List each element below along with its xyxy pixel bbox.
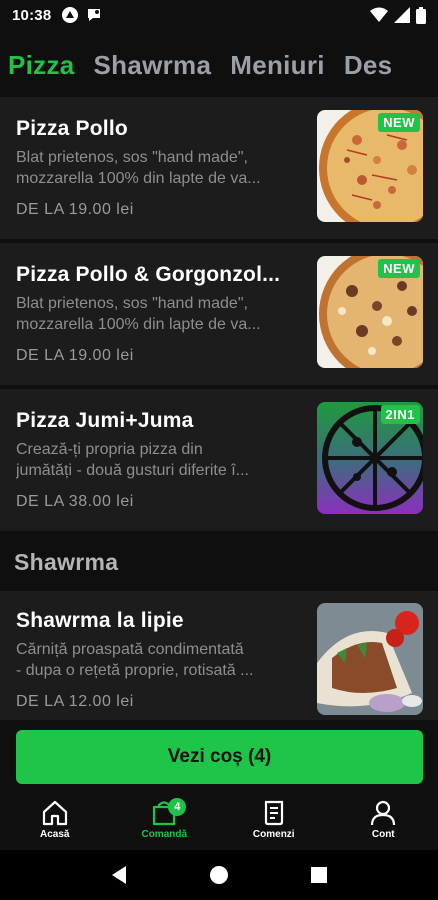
nav-item-orders[interactable]: Comenzi xyxy=(219,790,329,850)
chat-notification-icon xyxy=(88,9,101,21)
tab-pizza[interactable]: Pizza xyxy=(8,50,75,81)
status-bar: 10:38 xyxy=(0,0,438,30)
nav-label: Comandă xyxy=(141,829,188,840)
nav-label: Acasă xyxy=(40,829,70,840)
section-heading-shawrma: Shawrma xyxy=(14,549,119,575)
view-cart-button[interactable]: Vezi coș (4) xyxy=(16,730,423,784)
product-title: Pizza Jumi+Juma xyxy=(16,409,194,432)
new-badge: NEW xyxy=(378,259,420,278)
nav-label: Cont xyxy=(371,829,395,840)
product-card-pizza-jumi-juma[interactable]: Pizza Jumi+Juma Crează-ți propria pizza … xyxy=(0,389,438,531)
new-badge: NEW xyxy=(378,113,420,132)
cart-bar: Vezi coș (4) xyxy=(0,720,438,798)
home-button-icon[interactable] xyxy=(209,865,229,885)
cart-count-badge: 4 xyxy=(168,798,187,816)
product-price: DE LA 38.00 lei xyxy=(16,493,134,510)
system-status-icons xyxy=(370,6,426,24)
product-title: Pizza Pollo & Gorgonzol... xyxy=(16,263,281,286)
pizza-pollo-gorgonzola-image: NEW xyxy=(317,256,423,368)
pizza-half-half-image: 2IN1 xyxy=(317,402,423,514)
description-line: Blat prietenos, sos "hand made", xyxy=(16,149,248,166)
product-price: DE LA 12.00 lei xyxy=(16,693,134,710)
nav-item-account[interactable]: Cont xyxy=(329,790,438,850)
bottom-navigation: Acasă 4 Comandă Comenzi Cont xyxy=(0,790,438,850)
nav-label: Comenzi xyxy=(252,829,295,840)
wifi-icon xyxy=(370,7,388,22)
notification-icons xyxy=(61,6,103,24)
tab-shawrma[interactable]: Shawrma xyxy=(94,50,212,81)
description-line: mozzarella 100% din lapte de va... xyxy=(16,316,261,333)
tab-desert[interactable]: Des xyxy=(344,50,393,81)
description-line: Crează-ți propria pizza din xyxy=(16,441,203,458)
product-price: DE LA 19.00 lei xyxy=(16,347,134,364)
battery-icon xyxy=(416,6,426,24)
description-line: Blat prietenos, sos "hand made", xyxy=(16,295,248,312)
2in1-badge: 2IN1 xyxy=(380,405,420,424)
description-line: Cărniță proaspată condimentată xyxy=(16,641,244,658)
product-price: DE LA 19.00 lei xyxy=(16,201,134,218)
product-description: Blat prietenos, sos "hand made", mozzare… xyxy=(16,147,306,189)
product-description: Blat prietenos, sos "hand made", mozzare… xyxy=(16,293,306,335)
description-line: jumătăți - două gusturi diferite î... xyxy=(16,462,249,479)
product-card-pizza-pollo[interactable]: Pizza Pollo Blat prietenos, sos "hand ma… xyxy=(0,97,438,239)
product-title: Shawrma la lipie xyxy=(16,609,184,632)
product-description: Cărniță proaspată condimentată - dupa o … xyxy=(16,639,306,681)
nav-item-order[interactable]: 4 Comandă xyxy=(110,790,220,850)
app-notification-icon xyxy=(62,7,79,23)
description-line: - dupa o rețetă proprie, rotisată ... xyxy=(16,662,254,679)
back-icon[interactable] xyxy=(110,865,128,885)
product-title: Pizza Pollo xyxy=(16,117,128,140)
shawrma-image xyxy=(317,603,423,715)
user-icon xyxy=(371,800,396,826)
home-icon xyxy=(42,800,67,826)
receipt-icon xyxy=(264,800,283,826)
nav-item-home[interactable]: Acasă xyxy=(0,790,110,850)
product-card-pizza-pollo-gorgonzola[interactable]: Pizza Pollo & Gorgonzol... Blat prieteno… xyxy=(0,243,438,385)
product-card-shawrma-la-lipie[interactable]: Shawrma la lipie Cărniță proaspată condi… xyxy=(0,591,438,721)
product-description: Crează-ți propria pizza din jumătăți - d… xyxy=(16,439,306,481)
recents-icon[interactable] xyxy=(310,866,328,884)
description-line: mozzarella 100% din lapte de va... xyxy=(16,170,261,187)
tab-meniuri[interactable]: Meniuri xyxy=(230,50,325,81)
pizza-pollo-image: NEW xyxy=(317,110,423,222)
system-navigation-bar xyxy=(0,850,438,900)
category-tabs: Pizza Shawrma Meniuri Des xyxy=(0,40,438,90)
signal-icon xyxy=(394,7,410,23)
status-time: 10:38 xyxy=(12,6,52,24)
